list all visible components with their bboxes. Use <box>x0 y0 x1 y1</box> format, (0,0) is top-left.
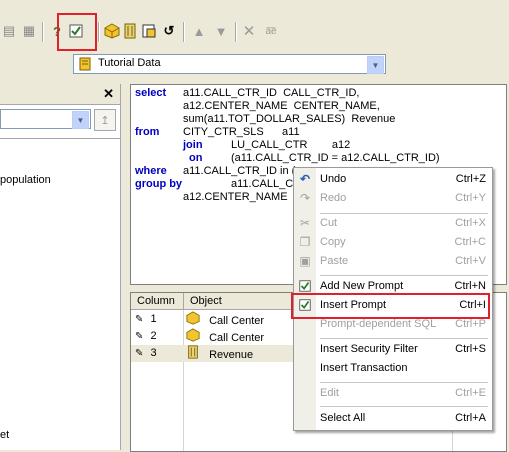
menu-item-copy[interactable]: ❐ Copy Ctrl+C <box>294 233 492 252</box>
metric-icon <box>186 345 200 365</box>
tree-item[interactable]: population <box>0 174 51 186</box>
sql-text: a11.CALL_C <box>231 178 294 190</box>
chevron-down-icon[interactable]: ▼ <box>72 111 89 129</box>
divider <box>0 138 120 139</box>
toolbar-separator <box>183 22 185 42</box>
grid-divider <box>183 310 184 451</box>
sql-text: a12.CENTER_NAME CENTER_NAME, <box>183 100 380 112</box>
table-row[interactable]: Call Center <box>186 328 264 345</box>
menu-item-insert-transaction[interactable]: Insert Transaction <box>294 359 492 378</box>
chevron-down-icon[interactable]: ▼ <box>367 56 384 74</box>
sql-text: sum(a11.TOT_DOLLAR_SALES) Revenue <box>183 113 396 125</box>
pencil-icon: ✎ <box>135 314 144 325</box>
close-icon[interactable]: ✕ <box>103 86 114 102</box>
sql-keyword: group by <box>135 178 183 190</box>
sql-text: CITY_CTR_SLS a11 <box>183 126 300 138</box>
table-row[interactable]: Call Center <box>186 311 264 328</box>
add-prompt-icon <box>297 278 313 294</box>
menu-item-paste[interactable]: ▣ Paste Ctrl+V <box>294 252 492 271</box>
toolbar-separator <box>235 22 237 42</box>
menu-separator <box>320 406 488 407</box>
menu-item-select-all[interactable]: Select All Ctrl+A <box>294 409 492 428</box>
sql-text: a12.CENTER_NAME <box>183 191 288 203</box>
pencil-icon: ✎ <box>135 348 144 359</box>
toolbar: ▤ ▦ ? ↺ ▲ ▼ ✕ a͞e <box>0 0 509 51</box>
undo-icon: ↶ <box>299 171 311 186</box>
table-row[interactable]: ✎ 1 <box>135 311 183 328</box>
pencil-icon: ✎ <box>135 331 144 342</box>
move-up-icon[interactable]: ▲ <box>190 22 208 40</box>
sql-keyword: on <box>189 152 203 164</box>
menu-separator <box>320 338 488 339</box>
datasource-select[interactable]: Tutorial Data ▼ <box>73 54 386 74</box>
table-row[interactable]: Revenue <box>186 345 253 362</box>
database-icon <box>78 57 92 71</box>
insert-prompt-highlight <box>57 13 97 51</box>
menu-item-undo[interactable]: ↶ Undo Ctrl+Z <box>294 170 492 189</box>
sql-text: LU_CALL_CTR a12 <box>231 139 351 151</box>
datasource-value: Tutorial Data <box>98 57 161 69</box>
menu-item-insert-security-filter[interactable]: Insert Security Filter Ctrl+S <box>294 340 492 359</box>
sql-text: (a11.CALL_CTR_ID = a12.CALL_CTR_ID) <box>231 152 440 164</box>
tree-item[interactable]: et <box>0 429 9 441</box>
table-row[interactable]: ✎ 2 <box>135 328 183 345</box>
sql-keyword: where <box>135 165 167 177</box>
menu-separator <box>320 382 488 383</box>
filter-icon[interactable] <box>140 22 158 40</box>
copy-icon: ❐ <box>299 234 311 249</box>
column-header[interactable]: Column <box>131 293 184 310</box>
copy-icon[interactable]: ▦ <box>20 22 38 40</box>
menu-separator <box>320 275 488 276</box>
sql-keyword: select <box>135 87 167 99</box>
sql-text: a11.CALL_CTR_ID CALL_CTR_ID, <box>183 87 360 99</box>
toolbar-separator <box>42 22 44 42</box>
cut-icon[interactable]: ▤ <box>0 22 18 40</box>
paste-icon: ▣ <box>299 253 311 268</box>
menu-item-redo[interactable]: ↷ Redo Ctrl+Y <box>294 189 492 208</box>
delete-icon[interactable]: ✕ <box>240 22 258 40</box>
cube-icon[interactable] <box>103 22 121 40</box>
table-row[interactable]: ✎ 3 <box>135 345 183 362</box>
sql-text: a11.CALL_CTR_ID in ( <box>183 165 296 177</box>
metric-icon[interactable] <box>121 22 139 40</box>
refresh-icon[interactable]: ↺ <box>160 22 178 40</box>
menu-item-cut[interactable]: ✂ Cut Ctrl+X <box>294 214 492 233</box>
browser-select[interactable]: ▼ <box>0 109 91 129</box>
sql-keyword: join <box>183 139 203 151</box>
toolbar-separator <box>98 22 100 42</box>
move-down-icon[interactable]: ▼ <box>212 22 230 40</box>
sql-keyword: from <box>135 126 160 138</box>
insert-prompt-menu-highlight <box>291 293 490 319</box>
menu-item-edit[interactable]: Edit Ctrl+E <box>294 384 492 403</box>
scissors-icon: ✂ <box>299 215 311 230</box>
browse-up-icon[interactable]: ↥ <box>94 109 116 131</box>
object-browser-header: ✕ <box>0 84 120 105</box>
redo-icon: ↷ <box>299 190 311 205</box>
rename-icon[interactable]: a͞e <box>262 22 280 40</box>
